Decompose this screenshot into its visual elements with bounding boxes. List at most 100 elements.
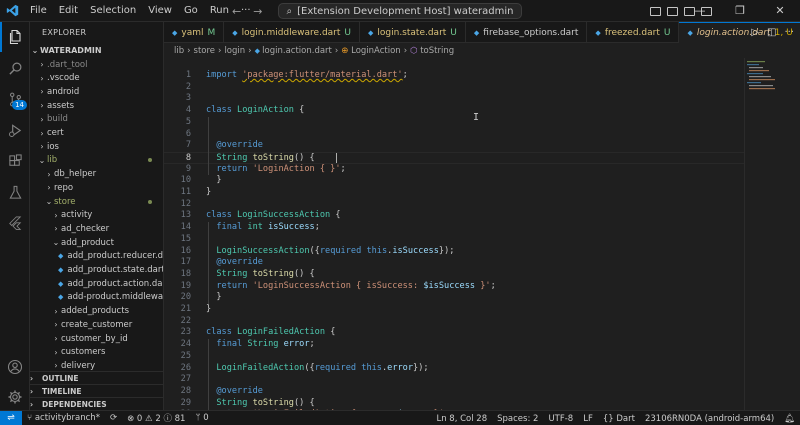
chevron-right-icon: › [40,142,44,152]
toggle-primary-sidebar-icon[interactable] [650,6,661,16]
forward-arrow-icon[interactable]: → [253,5,262,18]
modified-dot-icon [148,199,152,204]
encoding[interactable]: UTF-8 [543,414,578,424]
code-line: 20 } [164,292,744,304]
search-icon[interactable] [0,53,30,83]
workspace-root[interactable]: ⌄ WATERADMIN [30,44,163,58]
restore-button[interactable]: ❐ [720,0,760,22]
run-triangle-icon[interactable]: ▷ [751,27,759,38]
code-text: LoginSuccessAction({required this.isSucc… [206,246,454,258]
breadcrumb-item[interactable]: login [224,46,245,56]
code-token: this [366,245,388,256]
branch-status[interactable]: ⑂ activitybranch* [22,413,105,423]
folder-item[interactable]: ⌄ add_product [30,236,163,250]
explorer-icon[interactable] [0,22,30,52]
panel-timeline[interactable]: › TIMELINE [30,384,163,397]
folder-item[interactable]: › assets [30,99,163,113]
ports-status[interactable]: ᛘ 0 [190,413,213,423]
close-window-button[interactable]: ✕ [760,0,800,22]
folder-item[interactable]: › activity [30,208,163,222]
breadcrumb-item[interactable]: lib [174,46,184,56]
tab-label: firebase_options.dart [483,27,579,38]
menu-run[interactable]: Run [204,0,235,22]
folder-item[interactable]: ⌄ store [30,195,163,209]
folder-item[interactable]: › repo [30,181,163,195]
split-editor-icon[interactable]: ◫ [767,27,776,38]
run-debug-icon[interactable] [0,115,30,145]
menu-go[interactable]: Go [178,0,204,22]
panel-dependencies[interactable]: › DEPENDENCIES [30,397,163,410]
code-line: 12 [164,199,744,211]
indentation[interactable]: Spaces: 2 [492,414,543,424]
tab-login-state-dart[interactable]: ◆ login.state.dart U [360,22,466,43]
notifications-bell-icon[interactable]: 🔔︎ [779,414,800,424]
remote-indicator-icon[interactable]: ⇌ [0,410,22,425]
folder-item[interactable]: › added_products [30,304,163,318]
code-token: required [319,245,367,256]
file-item[interactable]: ◆ add_product.action.dart [30,277,163,291]
tab-login-middleware-dart[interactable]: ◆ login.middleware.dart U [224,22,360,43]
code-line: 16 LoginSuccessAction({required this.isS… [164,246,744,258]
chevron-right-icon: › [47,169,51,179]
extensions-icon[interactable] [0,146,30,176]
language-mode[interactable]: {} Dart [598,414,640,424]
tree-item-label: activity [61,210,93,221]
end-of-line[interactable]: LF [578,414,598,424]
panel-outline[interactable]: › OUTLINE [30,371,163,384]
toggle-panel-icon[interactable] [667,6,678,16]
breadcrumb-item[interactable]: ⬡ toString [410,46,454,56]
menu-file[interactable]: File [24,0,53,22]
account-icon[interactable] [0,352,30,382]
line-number: 5 [185,116,191,127]
line-number: 3 [185,93,191,104]
menu-edit[interactable]: Edit [53,0,84,22]
folder-item[interactable]: › android [30,85,163,99]
command-center[interactable]: ⌕ [Extension Development Host] wateradmi… [278,3,522,19]
status-bar: ⇌ ⑂ activitybranch* ⟳ ⊗ 0 ⚠ 2 ⓘ 81 ᛘ 0 L… [0,410,800,425]
folder-item[interactable]: ⌄ lib [30,154,163,168]
more-actions-icon[interactable]: ··· [784,27,794,38]
cursor-position[interactable]: Ln 8, Col 28 [431,414,492,424]
file-item[interactable]: ◆add_product.reducer.dart [30,250,163,264]
dart-file-icon: ◆ [595,28,601,37]
tree-item-label: ios [47,141,59,152]
chevron-right-icon: › [40,73,44,83]
flutter-icon[interactable] [0,208,30,238]
breadcrumb-item[interactable]: ⊕ LoginAction [341,46,400,56]
folder-item[interactable]: › db_helper [30,167,163,181]
tab-firebase_options-dart[interactable]: ◆ firebase_options.dart [466,22,588,43]
device-selector[interactable]: 23106RN0DA (android-arm64) [640,414,779,424]
menu-selection[interactable]: Selection [84,0,142,22]
breadcrumb-item[interactable]: ◆ login.action.dart [255,46,332,56]
testing-flask-icon[interactable] [0,177,30,207]
tab-freezed-dart[interactable]: ◆ freezed.dart U [587,22,680,43]
code-token: import [206,70,243,80]
folder-item[interactable]: › customers [30,345,163,359]
menu-view[interactable]: View [142,0,178,22]
breadcrumb-item[interactable]: store [194,46,216,56]
settings-gear-icon[interactable] [0,382,30,412]
file-item[interactable]: ◆ add_product.state.dart [30,263,163,277]
folder-item[interactable]: › create_customer [30,318,163,332]
sync-icon[interactable]: ⟳ [105,413,122,423]
file-item[interactable]: ◆add-product.middleware... [30,291,163,305]
code-text: @override [206,140,263,152]
folder-item[interactable]: › build [30,113,163,127]
folder-item[interactable]: › .vscode [30,71,163,85]
problems-status[interactable]: ⊗ 0 ⚠ 2 ⓘ 81 [122,412,190,424]
folder-item[interactable]: › .dart_tool [30,58,163,72]
minimap[interactable] [744,58,800,410]
folder-item[interactable]: › customer_by_id [30,332,163,346]
folder-item[interactable]: › ad_checker [30,222,163,236]
code-line: 25 [164,351,744,363]
folder-item[interactable]: › ios [30,140,163,154]
source-control-icon[interactable]: 14 [0,84,30,114]
back-arrow-icon[interactable]: ← [232,5,241,18]
code-editor[interactable]: 1 import 'package:flutter/material.dart';… [164,58,744,410]
folder-item[interactable]: › cert [30,126,163,140]
tree-item-label: lib [47,155,58,166]
line-number: 7 [185,140,191,151]
tab-yaml[interactable]: ◆ yaml M [164,22,225,43]
chevron-down-icon: ⌄ [31,46,39,56]
minimize-button[interactable]: — [680,0,720,22]
